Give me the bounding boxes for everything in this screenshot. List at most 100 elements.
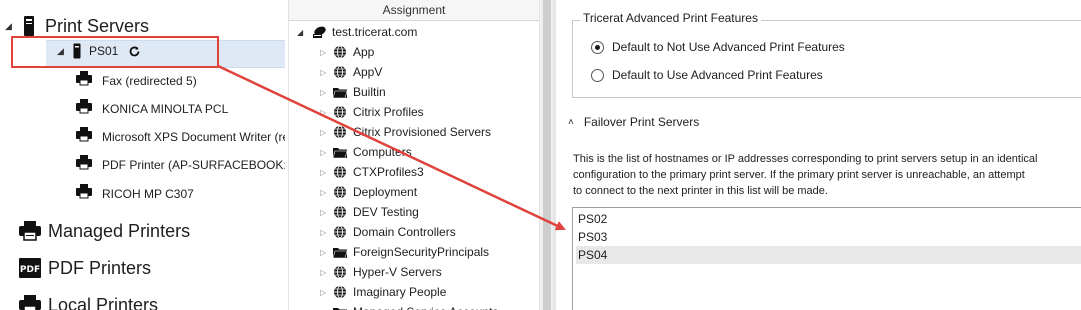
expand-arrow-icon[interactable]: ▷ [320, 228, 330, 237]
globe-icon [332, 65, 348, 79]
printer-label: KONICA MINOLTA PCL [102, 102, 229, 116]
ad-tree-root[interactable]: ◢ test.tricerat.com [297, 22, 417, 42]
failover-server-line[interactable]: PS03 [576, 228, 1081, 246]
globe-icon [332, 225, 348, 239]
assignment-header: Assignment [289, 0, 539, 21]
tree-node-printer[interactable]: Microsoft XPS Document Writer (re [76, 127, 285, 147]
ad-item-label: Citrix Provisioned Servers [353, 125, 492, 139]
expand-arrow-icon[interactable]: ▷ [320, 168, 330, 177]
tree-node-printer[interactable]: PDF Printer (AP-SURFACEBOOK:2) [76, 155, 285, 175]
globe-icon [332, 205, 348, 219]
ad-item-label: Deployment [353, 185, 418, 199]
ad-tree-item[interactable]: ▷ DEV Testing [289, 202, 419, 222]
ad-tree-item[interactable]: ▷ Citrix Provisioned Servers [289, 122, 491, 142]
expand-arrow-icon[interactable]: ▷ [320, 128, 330, 137]
ad-tree-item[interactable]: ▷Managed Service Accounts [289, 302, 498, 310]
chevron-up-icon[interactable]: ˄ [568, 117, 574, 128]
ad-item-label: Managed Service Accounts [353, 305, 498, 310]
ad-item-label: Citrix Profiles [353, 105, 424, 119]
svg-text:PDF: PDF [20, 265, 40, 275]
ad-tree-item[interactable]: ▷ Deployment [289, 182, 417, 202]
folder-icon [332, 85, 348, 99]
settings-pane: Tricerat Advanced Print Features Default… [556, 0, 1081, 310]
printer-label: RICOH MP C307 [102, 187, 194, 201]
tree-node-local-printers[interactable]: Local Printers [18, 294, 158, 310]
assignment-pane: Assignment ◢ test.tricerat.com ▷ App ▷ AppV… [288, 0, 554, 310]
failover-title: Failover Print Servers [583, 115, 700, 129]
annotation-highlight-box [11, 36, 219, 68]
ad-item-label: DEV Testing [353, 205, 419, 219]
radio-label: Default to Use Advanced Print Features [612, 68, 823, 82]
tree-node-managed-printers[interactable]: Managed Printers [18, 220, 190, 242]
domain-icon [311, 25, 327, 39]
globe-icon [332, 165, 348, 179]
ad-item-label: App [353, 45, 375, 59]
printer-icon [76, 184, 94, 204]
printer-icon [76, 127, 94, 147]
radio-button-checked[interactable] [591, 40, 604, 54]
ad-tree-item[interactable]: ▷ Computers [289, 142, 412, 162]
failover-server-line[interactable]: PS02 [576, 210, 1081, 228]
tree-node-printer[interactable]: RICOH MP C307 [76, 184, 194, 204]
ad-tree-item[interactable]: ▷ CTXProfiles3 [289, 162, 424, 182]
tree-node-pdf-printers[interactable]: PDF PDF Printers [18, 257, 151, 279]
vertical-scrollbar[interactable] [539, 0, 554, 310]
radio-button-unchecked[interactable] [591, 68, 604, 82]
expand-arrow-icon[interactable]: ▷ [320, 88, 330, 97]
ad-tree-item[interactable]: ▷ ForeignSecurityPrincipals [289, 242, 489, 262]
radio-label: Default to Not Use Advanced Print Featur… [612, 40, 845, 54]
ad-tree-item[interactable]: ▷ Citrix Profiles [289, 102, 424, 122]
printer-icon [76, 155, 94, 175]
globe-icon [332, 125, 348, 139]
folder-icon [332, 145, 348, 159]
managed-printer-icon [18, 220, 42, 242]
ad-item-label: Imaginary People [353, 285, 447, 299]
failover-description-line: configuration to the primary print serve… [573, 169, 1025, 181]
ad-item-label: AppV [353, 65, 383, 79]
expand-arrow-icon[interactable]: ▷ [320, 288, 330, 297]
expand-arrow-icon[interactable]: ▷ [320, 108, 330, 117]
failover-server-line-selected[interactable]: PS04 [576, 246, 1081, 264]
folder-icon [332, 245, 348, 259]
expand-arrow-icon[interactable]: ▷ [320, 148, 330, 157]
tree-node-printer[interactable]: Fax (redirected 5) [76, 71, 197, 91]
globe-icon [332, 285, 348, 299]
advanced-features-group [572, 20, 1081, 98]
expand-arrow-icon[interactable]: ▷ [320, 268, 330, 277]
radio-not-use-advanced[interactable]: Default to Not Use Advanced Print Featur… [591, 40, 845, 54]
server-icon [23, 15, 35, 37]
expand-arrow-icon[interactable]: ▷ [320, 248, 330, 257]
tree-node-printer[interactable]: KONICA MINOLTA PCL [76, 99, 228, 119]
tree-node-print-servers[interactable]: ◢ Print Servers [5, 15, 149, 37]
expand-arrow-icon[interactable]: ▷ [320, 188, 330, 197]
failover-section-header[interactable]: ˄ Failover Print Servers [568, 115, 699, 129]
ad-tree-item[interactable]: ▷ AppV [289, 62, 382, 82]
expand-arrow-icon[interactable]: ▷ [320, 208, 330, 217]
radio-use-advanced[interactable]: Default to Use Advanced Print Features [591, 68, 823, 82]
local-printer-icon [18, 294, 42, 310]
ad-item-label: Domain Controllers [353, 225, 456, 239]
tree-label-print-servers: Print Servers [45, 15, 150, 36]
globe-icon [332, 265, 348, 279]
folder-icon [332, 305, 348, 310]
failover-servers-textbox[interactable]: PS02 PS03 PS04 [572, 207, 1081, 310]
expand-arrow-icon[interactable]: ▷ [320, 48, 330, 57]
ad-tree-item[interactable]: ▷ Builtin [289, 82, 386, 102]
ad-tree-item[interactable]: ▷ Imaginary People [289, 282, 446, 302]
ad-item-label: ForeignSecurityPrincipals [353, 245, 490, 259]
ad-tree-item[interactable]: ▷ Hyper-V Servers [289, 262, 442, 282]
failover-description-line: to connect to the next printer in this l… [573, 185, 828, 197]
collapse-arrow-icon[interactable]: ◢ [297, 28, 309, 37]
collapse-arrow-icon[interactable]: ◢ [5, 21, 17, 32]
expand-arrow-icon[interactable]: ▷ [320, 68, 330, 77]
pdf-icon: PDF [18, 257, 42, 279]
ad-tree-item[interactable]: ▷ Domain Controllers [289, 222, 456, 242]
printer-label: Fax (redirected 5) [102, 74, 197, 88]
tree-label-local-printers: Local Printers [48, 294, 159, 310]
printer-icon [76, 99, 94, 119]
ad-item-label: Builtin [353, 85, 386, 99]
scrollbar-thumb[interactable] [543, 0, 551, 310]
ad-tree-item[interactable]: ▷ App [289, 42, 374, 62]
failover-description-line: This is the list of hostnames or IP addr… [573, 153, 1038, 165]
globe-icon [332, 45, 348, 59]
